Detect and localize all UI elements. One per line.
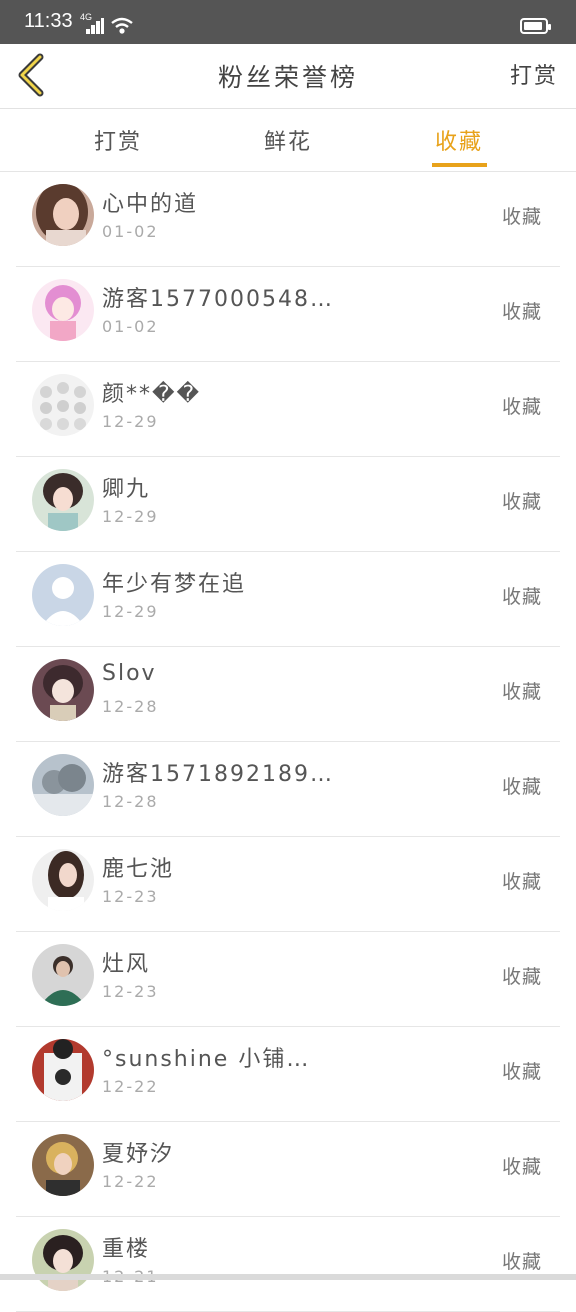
face-grid-avatar[interactable]	[32, 374, 94, 436]
fan-row[interactable]: Slov 12-28 收藏	[16, 647, 560, 742]
anime-girl-pink-avatar[interactable]	[32, 279, 94, 341]
tab-bar: 打赏 鲜花 收藏	[0, 109, 576, 172]
tab-flowers[interactable]: 鲜花	[228, 124, 348, 156]
fan-row[interactable]: 心中的道 01-02 收藏	[16, 172, 560, 267]
fan-row[interactable]: 年少有梦在追 12-29 收藏	[16, 552, 560, 647]
wifi-icon	[111, 17, 133, 34]
photo-woman-avatar[interactable]	[32, 184, 94, 246]
fan-name: 游客1577000548…	[102, 287, 334, 312]
fan-action-label: 收藏	[501, 1251, 542, 1273]
fan-row[interactable]: 游客1577000548… 01-02 收藏	[16, 267, 560, 362]
fan-row[interactable]: 颜**�� 12-29 收藏	[16, 362, 560, 457]
shirt-logo-avatar[interactable]	[32, 1039, 94, 1101]
fan-name: 夏妤汐	[102, 1142, 175, 1167]
fan-date: 12-28	[102, 697, 159, 716]
fan-row[interactable]: 鹿七池 12-23 收藏	[16, 837, 560, 932]
fan-date: 12-23	[102, 982, 159, 1001]
fan-date: 12-29	[102, 602, 159, 621]
fan-list[interactable]: 心中的道 01-02 收藏 游客1577000548… 01-02 收藏 颜**…	[0, 172, 576, 1312]
fan-date: 12-22	[102, 1077, 159, 1096]
fan-action-label: 收藏	[501, 1061, 542, 1083]
fan-date: 12-22	[102, 1172, 159, 1191]
photo-girl-avatar[interactable]	[32, 849, 94, 911]
fan-action-label: 收藏	[501, 396, 542, 418]
fan-name: 颜**��	[102, 382, 202, 407]
fan-name: 鹿七池	[102, 857, 175, 882]
reward-link[interactable]: 打赏	[510, 58, 558, 90]
fan-name: 年少有梦在追	[102, 572, 247, 597]
fan-name: 心中的道	[102, 192, 199, 217]
fan-row[interactable]: 灶风 12-23 收藏	[16, 932, 560, 1027]
photo-man-green-avatar[interactable]	[32, 944, 94, 1006]
fan-name: 游客1571892189…	[102, 762, 334, 787]
fan-action-label: 收藏	[501, 1156, 542, 1178]
top-bar: 粉丝荣誉榜 打赏	[0, 44, 576, 109]
signal-icon	[86, 18, 104, 34]
fan-name: 重楼	[102, 1237, 151, 1262]
fan-action-label: 收藏	[501, 966, 542, 988]
fan-name: 灶风	[102, 952, 151, 977]
fan-date: 12-23	[102, 887, 159, 906]
battery-icon	[520, 18, 551, 34]
fan-action-label: 收藏	[501, 681, 542, 703]
fan-action-label: 收藏	[501, 491, 542, 513]
fan-date: 12-28	[102, 792, 159, 811]
tab-reward[interactable]: 打赏	[58, 124, 178, 156]
fan-action-label: 收藏	[501, 301, 542, 323]
anime-girl-avatar[interactable]	[32, 469, 94, 531]
fan-row[interactable]: 卿九 12-29 收藏	[16, 457, 560, 552]
status-time: 11:33	[24, 10, 73, 32]
fan-name: 卿九	[102, 477, 151, 502]
snowy-tree-avatar[interactable]	[32, 754, 94, 816]
fan-action-label: 收藏	[501, 586, 542, 608]
page-title: 粉丝荣誉榜	[217, 63, 358, 92]
fan-row[interactable]: 重楼 12-21 收藏	[16, 1217, 560, 1312]
bottom-scrollbar	[0, 1274, 576, 1280]
fan-row[interactable]: 游客1571892189… 12-28 收藏	[16, 742, 560, 837]
fan-name: °sunshine 小铺…	[102, 1047, 311, 1072]
fan-row[interactable]: °sunshine 小铺… 12-22 收藏	[16, 1027, 560, 1122]
anime-lady-avatar[interactable]	[32, 1229, 94, 1291]
fan-date: 01-02	[102, 317, 159, 336]
fan-row[interactable]: 夏妤汐 12-22 收藏	[16, 1122, 560, 1217]
fan-name: Slov	[102, 661, 157, 686]
fan-action-label: 收藏	[501, 776, 542, 798]
fan-date: 12-29	[102, 507, 159, 526]
fan-date: 12-29	[102, 412, 159, 431]
status-bar: 11:33 4G	[0, 0, 576, 44]
default-user-avatar[interactable]	[32, 564, 94, 626]
photo-person-avatar[interactable]	[32, 1134, 94, 1196]
anime-character-avatar[interactable]	[32, 659, 94, 721]
fan-date: 01-02	[102, 222, 159, 241]
tab-favorites[interactable]: 收藏	[399, 124, 519, 156]
active-tab-indicator	[432, 163, 487, 167]
fan-action-label: 收藏	[501, 206, 542, 228]
fan-action-label: 收藏	[501, 871, 542, 893]
